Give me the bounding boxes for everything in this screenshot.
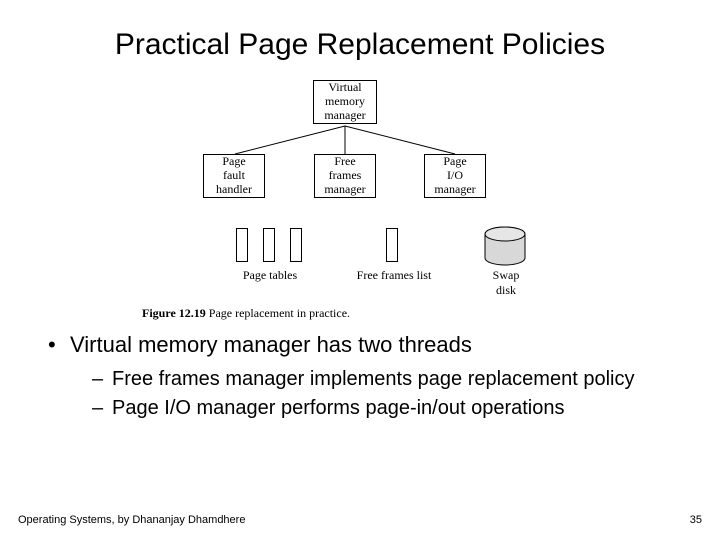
sub-bullet-1-text: Free frames manager implements page repl… (112, 366, 634, 393)
page-tables-label: Page tables (230, 268, 310, 283)
page-table-rect-1 (236, 228, 248, 262)
free-frames-list-label: Free frames list (348, 268, 440, 283)
node-page-io-manager: Page I/O manager (424, 154, 486, 198)
figure-caption: Figure 12.19 Page replacement in practic… (142, 306, 350, 321)
node-vm-manager: Virtual memory manager (313, 80, 377, 124)
bullet-list: • Virtual memory manager has two threads… (40, 330, 680, 422)
node-page-fault-handler: Page fault handler (203, 154, 265, 198)
bullet-dot-icon: • (48, 330, 70, 360)
page-table-rect-2 (263, 228, 275, 262)
sub-bullet-group: – Free frames manager implements page re… (48, 366, 680, 422)
slide: Practical Page Replacement Policies Virt… (0, 0, 720, 540)
slide-title: Practical Page Replacement Policies (40, 28, 680, 62)
free-frames-rect (386, 228, 398, 262)
swap-disk-label: Swap disk (486, 268, 526, 298)
sub-bullet-1: – Free frames manager implements page re… (92, 366, 680, 393)
node-free-frames-manager: Free frames manager (314, 154, 376, 198)
dash-icon: – (92, 395, 112, 422)
dash-icon: – (92, 366, 112, 393)
bullet-main-text: Virtual memory manager has two threads (70, 330, 472, 360)
footer-credit: Operating Systems, by Dhananjay Dhamdher… (18, 514, 245, 526)
page-table-rect-3 (290, 228, 302, 262)
swap-disk-icon (482, 226, 528, 271)
figure-area: Virtual memory manager Page fault handle… (130, 80, 590, 320)
figure-caption-prefix: Figure 12.19 (142, 306, 206, 320)
footer: Operating Systems, by Dhananjay Dhamdher… (18, 514, 702, 526)
figure-caption-text: Page replacement in practice. (209, 306, 350, 320)
page-number: 35 (690, 514, 702, 526)
sub-bullet-2-text: Page I/O manager performs page-in/out op… (112, 395, 564, 422)
sub-bullet-2: – Page I/O manager performs page-in/out … (92, 395, 680, 422)
bullet-main: • Virtual memory manager has two threads (48, 330, 680, 360)
